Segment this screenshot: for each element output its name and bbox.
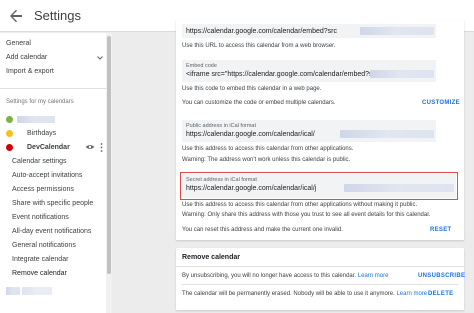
more-options-icon[interactable] [100,143,103,152]
card-divider [176,266,464,267]
sidebar-scrollbar-thumb[interactable] [107,36,111,274]
redacted-calendar-item-label[interactable] [22,287,52,295]
redacted-ical-secret-part [344,184,454,192]
sidebar-item-birthdays[interactable]: Birthdays [27,130,56,137]
sidebar-item-auto-accept[interactable]: Auto-accept invitations [12,172,82,179]
ical-secret-label: Secret address in iCal format [186,177,257,183]
public-url-help: Use this URL to access this calendar fro… [182,43,336,49]
ical-secret-value: https://calendar.google.com/calendar/ica… [186,185,317,192]
birthdays-color-dot [6,130,13,137]
row-divider [182,284,458,285]
ical-public-label: Public address in iCal format [186,123,257,129]
sidebar-item-devcalendar[interactable]: DevCalendar [27,144,70,151]
sidebar-item-general-notifications[interactable]: General notifications [12,242,76,249]
ical-public-warning: Warning: The address won't work unless t… [182,157,351,163]
sidebar-item-add-calendar[interactable]: Add calendar [6,54,47,61]
unsubscribe-button[interactable]: UNSUBSCRIBE [418,273,465,279]
reset-help: You can reset this address and make the … [182,227,343,233]
page-title: Settings [34,8,81,23]
redacted-ical-public-part [340,130,434,138]
chevron-down-icon[interactable] [97,55,103,61]
ical-public-help: Use this address to access this calendar… [182,146,354,152]
delete-text: The calendar will be permanently erased.… [182,291,428,297]
sidebar-divider [0,88,106,89]
reset-button[interactable]: RESET [430,227,452,233]
sidebar-item-calendar-settings[interactable]: Calendar settings [12,158,66,165]
ical-public-value: https://calendar.google.com/calendar/ica… [186,131,315,138]
sidebar-item-import-export[interactable]: Import & export [6,68,54,75]
devcalendar-color-dot [6,144,13,151]
redacted-calendar-item[interactable] [6,287,20,295]
sidebar-item-general[interactable]: General [6,40,31,47]
customize-help: You can customize the code or embed mult… [182,100,336,106]
sidebar-item-all-day-notifications[interactable]: All-day event notifications [12,228,91,235]
sidebar-item-access-permissions[interactable]: Access permissions [12,186,74,193]
eye-icon[interactable] [86,144,94,150]
redacted-embed-part [370,70,434,78]
embed-code-value: <iframe src="https://calendar.google.com… [186,71,383,78]
sidebar-item-integrate-calendar[interactable]: Integrate calendar [12,256,68,263]
redacted-calendar-name[interactable] [17,116,55,123]
sidebar-item-event-notifications[interactable]: Event notifications [12,214,69,221]
delete-button[interactable]: DELETE [428,291,453,297]
embed-code-help: Use this code to embed this calendar in … [182,86,322,92]
embed-code-label: Embed code [186,63,217,69]
ical-secret-help: Use this address to access this calendar… [182,202,418,208]
unsubscribe-text: By unsubscribing, you will no longer hav… [182,273,389,279]
delete-learn-more-link[interactable]: Learn more [396,291,427,297]
remove-calendar-title: Remove calendar [182,254,240,261]
ical-secret-warning: Warning: Only share this address with th… [182,212,431,218]
customize-button[interactable]: CUSTOMIZE [422,100,460,106]
unsubscribe-learn-more-link[interactable]: Learn more [358,273,389,279]
back-arrow-icon[interactable] [8,8,24,24]
calendar-color-dot [6,116,13,123]
sidebar-item-share-specific-people[interactable]: Share with specific people [12,200,93,207]
sidebar-section-label: Settings for my calendars [6,99,74,105]
sidebar-item-remove-calendar[interactable]: Remove calendar [12,270,67,277]
redacted-url-part [360,27,434,35]
public-url-value: https://calendar.google.com/calendar/emb… [186,28,337,35]
